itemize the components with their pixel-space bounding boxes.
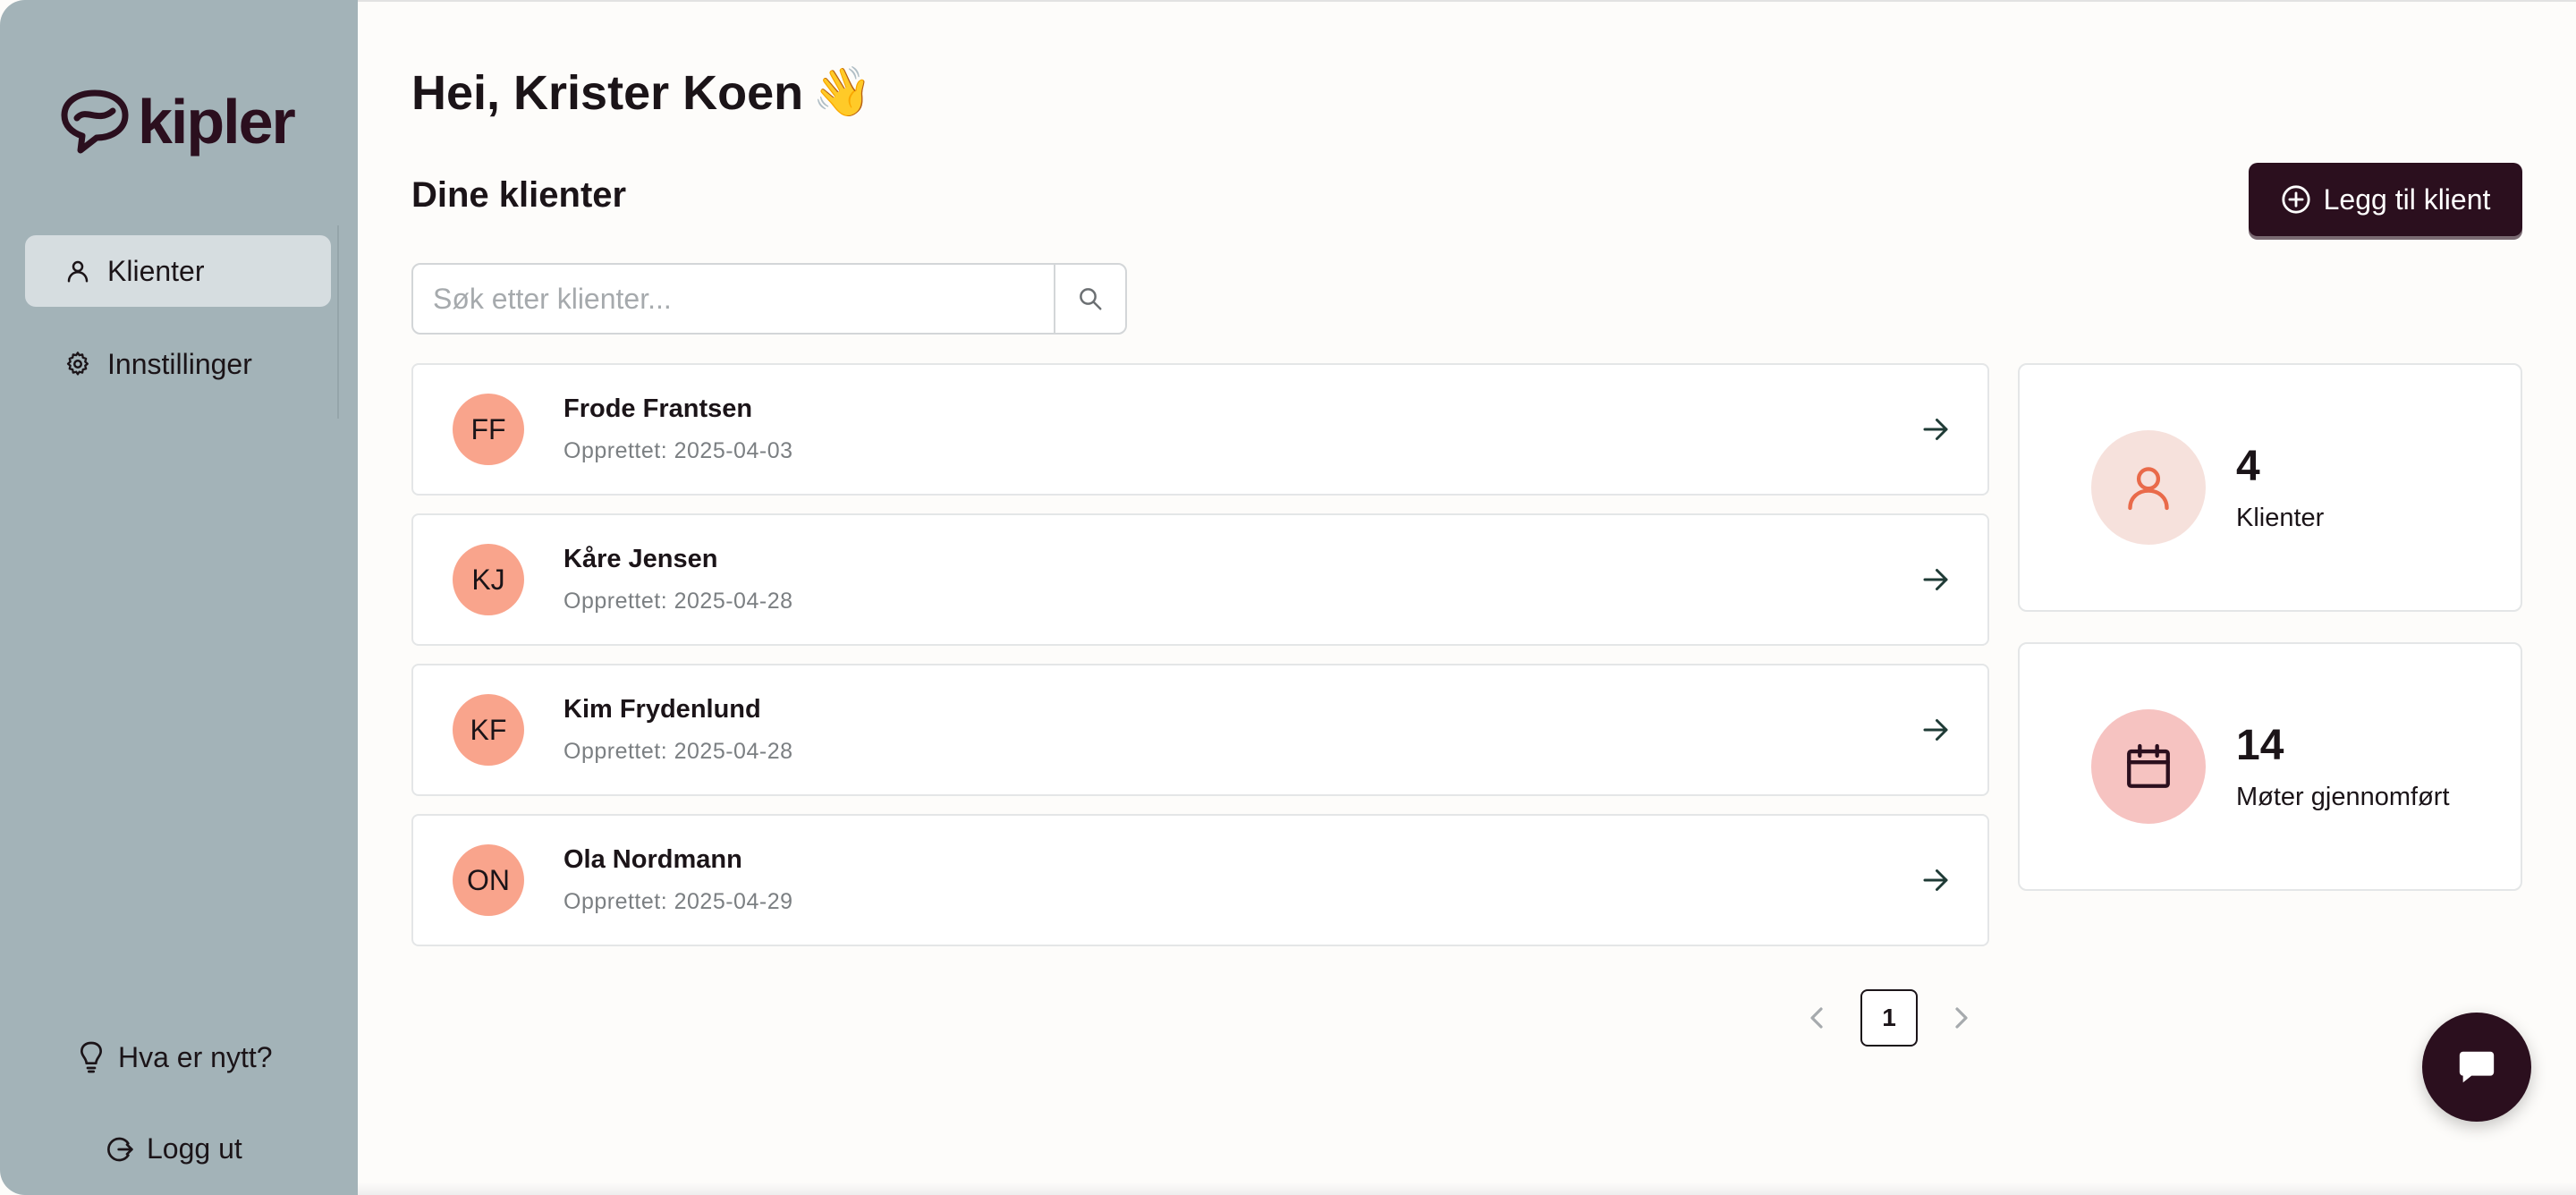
client-name: Kim Frydenlund: [564, 695, 761, 724]
client-created-date: Opprettet: 2025-04-29: [564, 889, 793, 914]
stat-label: Møter gjennomført: [2236, 783, 2450, 811]
client-created-date: Opprettet: 2025-04-28: [564, 739, 793, 764]
sidebar-item-klienter[interactable]: Klienter: [25, 235, 331, 307]
sidebar: kipler Klienter Innstillinger Hva er nyt…: [0, 0, 358, 1195]
top-border: [358, 0, 2576, 2]
client-name: Frode Frantsen: [564, 394, 753, 423]
pagination-prev-icon[interactable]: [1807, 1002, 1828, 1034]
client-info: Frode Frantsen Opprettet: 2025-04-03: [564, 394, 1919, 464]
client-info: Kim Frydenlund Opprettet: 2025-04-28: [564, 695, 1919, 765]
arrow-right-icon[interactable]: [1919, 714, 1952, 746]
arrow-right-icon[interactable]: [1919, 864, 1952, 896]
stat-text: 4 Klienter: [2236, 442, 2324, 533]
whats-new-label: Hva er nytt?: [118, 1040, 273, 1073]
client-name: Kåre Jensen: [564, 545, 718, 573]
stat-text: 14 Møter gjennomført: [2236, 721, 2450, 812]
sidebar-item-label: Klienter: [107, 254, 205, 287]
stat-value: 4: [2236, 443, 2260, 490]
user-icon: [2128, 467, 2169, 511]
client-info: Ola Nordmann Opprettet: 2025-04-29: [564, 845, 1919, 915]
stat-icon-circle: [2091, 709, 2206, 824]
client-info: Kåre Jensen Opprettet: 2025-04-28: [564, 545, 1919, 614]
client-avatar: ON: [453, 844, 524, 916]
client-created-date: Opprettet: 2025-04-28: [564, 589, 793, 614]
calendar-icon: [2127, 743, 2170, 788]
stat-card-clients: 4 Klienter: [2018, 363, 2522, 612]
kipler-logo[interactable]: kipler: [59, 87, 296, 157]
chat-bubble-icon: [2459, 1051, 2495, 1083]
user-icon: [67, 260, 89, 283]
plus-circle-icon: [2282, 185, 2310, 214]
logout-icon: [107, 1137, 133, 1161]
stat-value: 14: [2236, 722, 2284, 769]
waving-hand-emoji: 👋: [812, 65, 873, 119]
sidebar-item-innstillinger[interactable]: Innstillinger: [25, 328, 331, 400]
lightbulb-icon: [80, 1041, 102, 1073]
arrow-right-icon[interactable]: [1919, 564, 1952, 596]
logout-link[interactable]: Logg ut: [106, 1132, 242, 1165]
client-card-kim-frydenlund[interactable]: KF Kim Frydenlund Opprettet: 2025-04-28: [411, 664, 1989, 796]
gear-icon: [66, 352, 89, 376]
speech-bubble-logo-icon: [61, 89, 129, 154]
search-button[interactable]: [1054, 265, 1125, 333]
client-avatar: KF: [453, 694, 524, 766]
search-box: [411, 263, 1127, 335]
pagination-next-icon[interactable]: [1950, 1002, 1971, 1034]
stat-icon-circle: [2091, 430, 2206, 545]
search-input[interactable]: [413, 265, 1054, 333]
greeting-text: Hei, Krister Koen: [411, 65, 804, 120]
bottom-edge: [358, 1182, 2576, 1195]
logout-label: Logg ut: [147, 1132, 242, 1165]
client-created-date: Opprettet: 2025-04-03: [564, 438, 793, 463]
client-card-ola-nordmann[interactable]: ON Ola Nordmann Opprettet: 2025-04-29: [411, 814, 1989, 946]
add-client-button[interactable]: Legg til klient: [2249, 163, 2522, 236]
stat-label: Klienter: [2236, 504, 2325, 532]
client-avatar: KJ: [453, 544, 524, 615]
client-card-frode-frantsen[interactable]: FF Frode Frantsen Opprettet: 2025-04-03: [411, 363, 1989, 496]
client-avatar: FF: [453, 394, 524, 465]
stat-card-meetings: 14 Møter gjennomført: [2018, 642, 2522, 891]
section-title: Dine klienter: [411, 175, 627, 215]
logo-text: kipler: [138, 87, 296, 157]
search-icon: [1080, 288, 1102, 310]
client-card-kare-jensen[interactable]: KJ Kåre Jensen Opprettet: 2025-04-28: [411, 513, 1989, 646]
whats-new-link[interactable]: Hva er nytt?: [77, 1040, 273, 1074]
chat-button[interactable]: [2422, 1013, 2531, 1122]
client-name: Ola Nordmann: [564, 845, 742, 874]
page-title: Hei, Krister Koen 👋: [411, 64, 872, 121]
sidebar-divider: [337, 225, 339, 419]
arrow-right-icon[interactable]: [1919, 413, 1952, 445]
sidebar-item-label: Innstillinger: [107, 347, 252, 380]
pagination-page-1[interactable]: 1: [1860, 989, 1918, 1047]
add-client-label: Legg til klient: [2323, 182, 2491, 216]
